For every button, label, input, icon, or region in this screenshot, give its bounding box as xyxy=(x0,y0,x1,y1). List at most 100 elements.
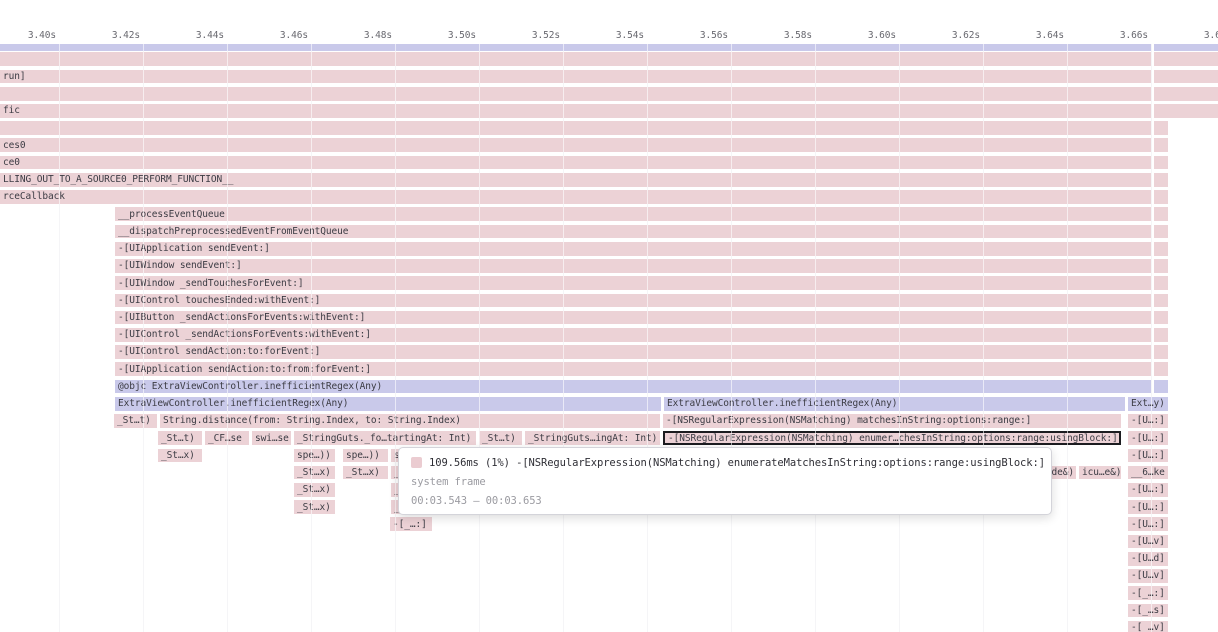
flame-box[interactable]: fic xyxy=(0,104,1151,118)
flame-box-label: -[U…:] xyxy=(1131,433,1165,444)
flame-box-label: -[UIButton _sendActionsForEvents:withEve… xyxy=(118,312,365,323)
flame-box[interactable]: -[NSRegularExpression(NSMatching) matche… xyxy=(663,414,1121,428)
flame-box[interactable]: ExtraViewController.inefficientRegex(Any… xyxy=(115,397,661,411)
flame-box[interactable]: -[UIWindow _sendTouchesForEvent:] xyxy=(115,276,1151,290)
flame-box-label: spe…)) xyxy=(297,450,331,461)
flame-box[interactable]: -[_…:] xyxy=(390,517,432,531)
flame-box-selected[interactable]: -[NSRegularExpression(NSMatching) enumer… xyxy=(663,431,1121,445)
flame-box[interactable]: _StringGuts…ingAt: Int) xyxy=(525,431,660,445)
flame-box[interactable]: -[_…s] xyxy=(1128,604,1168,618)
flame-box[interactable]: _St…x) xyxy=(343,466,388,480)
flame-box[interactable] xyxy=(1154,87,1218,101)
time-ruler[interactable]: 3.40s3.42s3.44s3.46s3.48s3.50s3.52s3.54s… xyxy=(0,0,1218,44)
flame-box[interactable]: spe…)) xyxy=(343,449,388,463)
flame-box-label: -[UIControl touchesEnded:withEvent:] xyxy=(118,295,320,306)
flame-box[interactable]: LLING_OUT_TO_A_SOURCE0_PERFORM_FUNCTION_… xyxy=(0,173,1151,187)
flame-box-label: -[U…:] xyxy=(1131,450,1165,461)
flame-box[interactable]: -[UIButton _sendActionsForEvents:withEve… xyxy=(115,311,1151,325)
ruler-tick-label: 3.66s xyxy=(1088,29,1148,42)
flame-box[interactable] xyxy=(1154,138,1168,152)
flame-box[interactable]: -[UIWindow sendEvent:] xyxy=(115,259,1151,273)
flame-box[interactable]: -[U…v] xyxy=(1128,535,1168,549)
flame-box[interactable] xyxy=(0,121,1151,135)
flame-box[interactable]: -[_…v] xyxy=(1128,621,1168,632)
flame-box[interactable]: -[U…:] xyxy=(1128,483,1168,497)
flame-box[interactable] xyxy=(1154,311,1168,325)
flame-box[interactable] xyxy=(1154,276,1168,290)
flame-box-label: -[U…:] xyxy=(1131,502,1165,513)
flame-box[interactable] xyxy=(0,52,1151,66)
flame-box[interactable]: -[U…:] xyxy=(1128,414,1168,428)
flame-box[interactable]: Ext…y) xyxy=(1128,397,1168,411)
flame-box[interactable] xyxy=(1154,121,1168,135)
flame-box[interactable] xyxy=(1154,173,1168,187)
flame-box[interactable]: __processEventQueue xyxy=(115,207,1151,221)
flame-box-label: run] xyxy=(3,71,25,82)
tooltip: 109.56ms (1%) -[NSRegularExpression(NSMa… xyxy=(398,447,1052,515)
flame-box[interactable]: _St…x) xyxy=(294,483,335,497)
flame-box[interactable] xyxy=(1154,70,1218,84)
flame-box[interactable]: -[U…:] xyxy=(1128,500,1168,514)
flame-box[interactable]: icu…e&) xyxy=(1079,466,1121,480)
flame-box-label: ExtraViewController.inefficientRegex(Any… xyxy=(667,398,897,409)
flame-box-label: __6…ke xyxy=(1131,467,1165,478)
flame-box[interactable]: ExtraViewController.inefficientRegex(Any… xyxy=(664,397,1125,411)
flame-box-label: -[U…v] xyxy=(1131,570,1165,581)
flame-box[interactable]: -[UIControl touchesEnded:withEvent:] xyxy=(115,294,1151,308)
flame-box[interactable]: ces0 xyxy=(0,138,1151,152)
flame-box[interactable]: _St…x) xyxy=(294,500,335,514)
flame-box[interactable] xyxy=(1154,380,1168,394)
flame-box[interactable] xyxy=(1154,345,1168,359)
flame-box[interactable]: -[UIApplication sendEvent:] xyxy=(115,242,1151,256)
flame-box[interactable]: -[U…:] xyxy=(1128,517,1168,531)
flame-box[interactable] xyxy=(1154,225,1168,239)
flame-box[interactable]: _St…t) xyxy=(479,431,522,445)
ruler-tick-label: 3.64s xyxy=(1004,29,1064,42)
flame-box[interactable] xyxy=(1154,156,1168,170)
flame-box-label: fic xyxy=(3,105,20,116)
flame-box[interactable]: swi…se xyxy=(252,431,291,445)
flame-box[interactable]: _St…x) xyxy=(158,449,202,463)
flame-box-label: __processEventQueue xyxy=(118,209,225,220)
flame-box[interactable]: rceCallback xyxy=(0,190,1151,204)
flame-box[interactable] xyxy=(1154,104,1218,118)
flame-box[interactable] xyxy=(0,87,1151,101)
flame-box[interactable] xyxy=(1154,44,1218,51)
flame-box[interactable]: __6…ke xyxy=(1128,466,1168,480)
flame-box[interactable]: -[U…:] xyxy=(1128,449,1168,463)
color-swatch xyxy=(411,457,422,468)
flame-box[interactable] xyxy=(1154,328,1168,342)
flame-box[interactable]: -[U…d] xyxy=(1128,552,1168,566)
ruler-tick-label: 3.68s xyxy=(1172,29,1218,42)
flame-box[interactable]: _CF…se xyxy=(205,431,249,445)
flame-box[interactable] xyxy=(0,44,1151,51)
flame-box[interactable]: @objc ExtraViewController.inefficientReg… xyxy=(115,380,1151,394)
flame-box[interactable] xyxy=(1154,52,1218,66)
flame-box[interactable]: spe…)) xyxy=(294,449,335,463)
flame-box[interactable]: ce0 xyxy=(0,156,1151,170)
flame-box[interactable]: _St…t) xyxy=(114,414,157,428)
flame-box-label: swi…se xyxy=(255,433,289,444)
flame-box[interactable] xyxy=(1154,259,1168,273)
flame-box-label: -[_…s] xyxy=(1131,605,1165,616)
flame-box[interactable]: _St…t) xyxy=(158,431,202,445)
flame-box[interactable]: run] xyxy=(0,70,1151,84)
flame-box-label: -[U…:] xyxy=(1131,484,1165,495)
flame-box[interactable]: -[U…v] xyxy=(1128,569,1168,583)
flame-box[interactable]: String.distance(from: String.Index, to: … xyxy=(160,414,660,428)
flame-box[interactable]: -[U…:] xyxy=(1128,431,1168,445)
flame-box[interactable] xyxy=(1154,242,1168,256)
flame-box[interactable]: -[UIControl sendAction:to:forEvent:] xyxy=(115,345,1151,359)
flame-box[interactable] xyxy=(1154,294,1168,308)
flame-box[interactable] xyxy=(1154,190,1168,204)
flame-box-label: ces0 xyxy=(3,140,25,151)
flame-box[interactable] xyxy=(1154,207,1168,221)
ruler-tick-label: 3.62s xyxy=(920,29,980,42)
flame-box[interactable]: -[_…:] xyxy=(1128,586,1168,600)
flame-box[interactable]: -[UIControl _sendActionsForEvents:withEv… xyxy=(115,328,1151,342)
flame-box[interactable]: -[UIApplication sendAction:to:from:forEv… xyxy=(115,362,1151,376)
flame-box[interactable]: _StringGuts._fo…tartingAt: Int) xyxy=(294,431,476,445)
flame-box[interactable] xyxy=(1154,362,1168,376)
flame-box[interactable]: __dispatchPreprocessedEventFromEventQueu… xyxy=(115,225,1151,239)
flame-box[interactable]: _St…x) xyxy=(294,466,335,480)
